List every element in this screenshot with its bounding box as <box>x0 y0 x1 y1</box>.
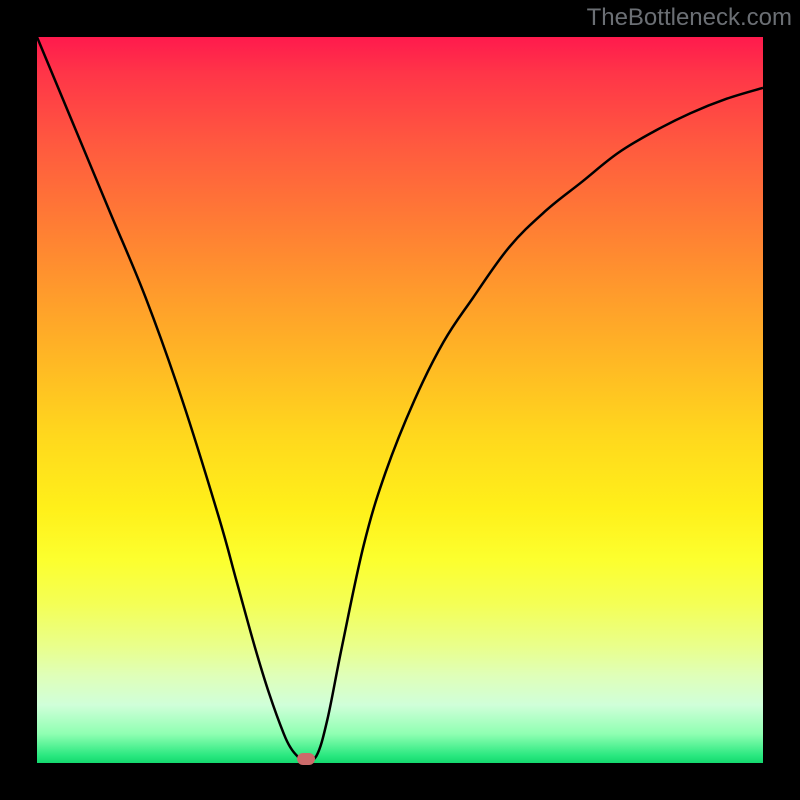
chart-frame: TheBottleneck.com <box>0 0 800 800</box>
watermark-text: TheBottleneck.com <box>587 4 792 32</box>
optimum-marker <box>297 753 315 765</box>
plot-gradient-background <box>37 37 763 763</box>
